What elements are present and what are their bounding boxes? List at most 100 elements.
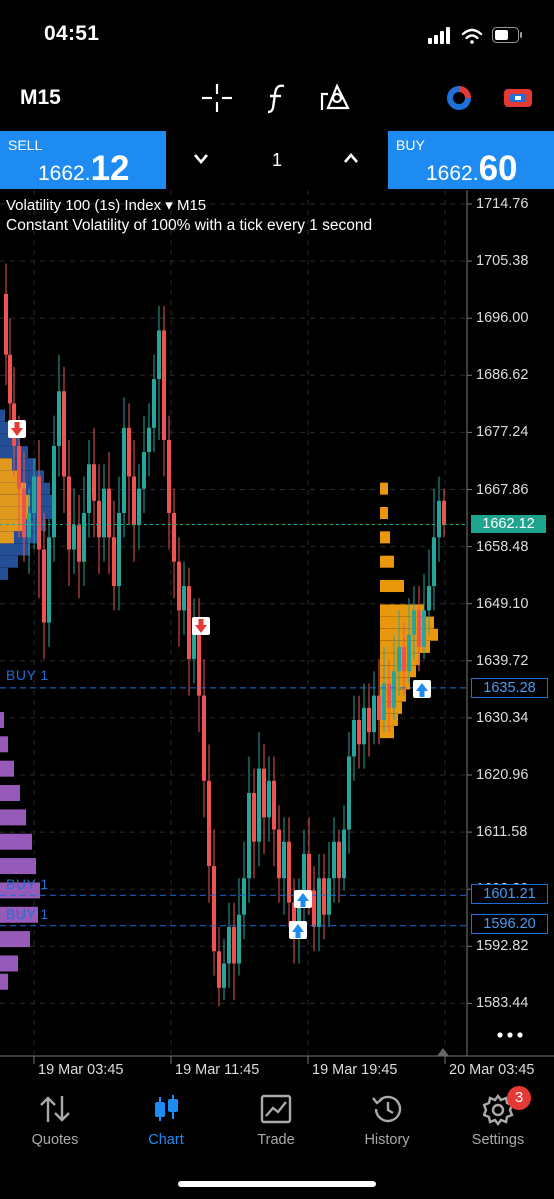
candle: [387, 683, 391, 708]
candle: [82, 512, 86, 562]
candle: [237, 914, 241, 964]
volume-profile-bar: [380, 726, 394, 739]
timeframe-button[interactable]: M15: [20, 86, 61, 110]
candle: [142, 452, 146, 489]
candle: [332, 841, 336, 879]
candle: [112, 537, 116, 587]
candle: [397, 646, 401, 672]
objects-icon[interactable]: [318, 82, 354, 114]
price-tick: 1592.82: [476, 938, 529, 955]
price-tick: 1667.86: [476, 481, 529, 498]
candle: [212, 866, 216, 952]
one-click-trading-icon[interactable]: [444, 84, 474, 112]
price-tick: 1714.76: [476, 196, 529, 212]
lot-value[interactable]: 1: [262, 150, 292, 171]
candle: [32, 476, 36, 513]
candle: [272, 780, 276, 830]
candle: [222, 963, 226, 988]
volume-profile-bar: [0, 555, 18, 568]
volume-profile-bar: [380, 531, 390, 544]
candle: [132, 476, 136, 526]
candle: [242, 878, 246, 915]
price-tick: 1705.38: [476, 253, 529, 270]
candle: [252, 793, 256, 842]
buy-button[interactable]: BUY 1662.60: [388, 131, 554, 189]
status-time: 04:51: [44, 22, 100, 45]
candle: [342, 829, 346, 879]
buy-price-main: 1662.: [426, 162, 479, 185]
candle: [172, 512, 176, 562]
position-tag[interactable]: BUY 1: [6, 667, 49, 683]
time-tick: 20 Mar 03:45: [449, 1062, 535, 1078]
quotes-icon: [40, 1096, 70, 1122]
volume-profile-bar: [0, 858, 36, 875]
lot-decrease-icon[interactable]: [192, 152, 210, 166]
candle: [437, 500, 441, 538]
volume-profile-bar: [0, 458, 12, 471]
candle: [407, 634, 411, 672]
candle: [162, 330, 166, 440]
candle: [382, 683, 386, 720]
price-tick: 1658.48: [476, 538, 529, 555]
candle: [107, 488, 111, 538]
candle: [317, 878, 321, 927]
home-indicator: [178, 1181, 376, 1187]
candle: [47, 537, 51, 623]
candle: [227, 926, 231, 964]
position-tag[interactable]: BUY 1: [6, 876, 49, 892]
volume-profile-bar: [380, 506, 388, 519]
settings-badge: 3: [507, 1086, 531, 1110]
sell-price: 1662.12: [38, 149, 130, 189]
candle: [157, 330, 161, 380]
more-icon[interactable]: [496, 1030, 526, 1040]
candle: [207, 780, 211, 867]
position-price-label: 1601.21: [471, 884, 548, 904]
candle: [67, 476, 71, 550]
crosshair-icon[interactable]: [200, 82, 234, 114]
candle: [247, 793, 251, 879]
price-tick: 1620.96: [476, 767, 529, 783]
nav-label: Settings: [471, 1132, 525, 1148]
time-tick: 19 Mar 11:45: [175, 1062, 260, 1078]
sell-button[interactable]: SELL 1662.12: [0, 131, 166, 189]
lot-control: 1: [166, 131, 388, 189]
candle: [352, 719, 356, 757]
position-price-label: 1635.28: [471, 678, 548, 698]
candle: [137, 488, 141, 526]
candle: [27, 512, 31, 538]
time-tick: 19 Mar 19:45: [312, 1062, 398, 1078]
candle: [122, 427, 126, 513]
candle: [367, 707, 371, 733]
volume-profile-bar: [0, 711, 4, 728]
position-tag[interactable]: BUY 1: [6, 906, 49, 922]
candle: [187, 586, 191, 660]
candle: [8, 354, 12, 404]
candle: [372, 695, 376, 733]
buy-price: 1662.60: [426, 149, 518, 189]
volume-profile-bar: [0, 531, 14, 544]
candle: [42, 549, 46, 623]
lot-increase-icon[interactable]: [342, 151, 360, 165]
buy-label: BUY: [396, 137, 425, 153]
volume-profile-bar: [0, 736, 8, 753]
candle: [177, 561, 181, 611]
candle: [77, 525, 81, 562]
candle: [422, 610, 426, 647]
volume-profile-bar: [380, 555, 394, 568]
candle: [202, 695, 206, 781]
indicators-icon[interactable]: [264, 82, 290, 114]
candle: [362, 707, 366, 745]
price-chart[interactable]: [0, 190, 554, 1080]
volume-profile-bar: [0, 543, 30, 556]
trade-icon: [260, 1094, 292, 1124]
scroll-marker-icon: [437, 1048, 449, 1056]
candle: [72, 525, 76, 550]
symbol-title[interactable]: Volatility 100 (1s) Index ▾ M15: [6, 196, 206, 214]
candle: [22, 488, 26, 538]
candle: [217, 951, 221, 988]
price-tick: 1686.62: [476, 367, 529, 384]
price-tick: 1677.24: [476, 424, 529, 441]
volume-profile-bar: [0, 785, 20, 802]
account-switch-icon[interactable]: [502, 84, 534, 112]
candle: [347, 756, 351, 830]
